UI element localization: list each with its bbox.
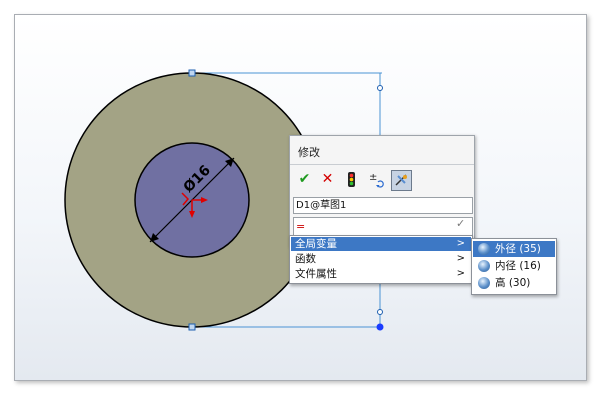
global-variables-submenu: 外径 (35) 内径 (16) 高 (30) [471, 238, 557, 295]
dialog-title: 修改 [298, 146, 320, 159]
globe-icon [478, 243, 490, 255]
globe-icon [478, 260, 490, 272]
modify-dialog: 修改 ✔ ✕ ± D1@草图1 = ✓ [289, 135, 475, 247]
submenu-item-inner-diameter[interactable]: 内径 (16) [473, 258, 555, 274]
submenu-item-outer-diameter[interactable]: 外径 (35) [473, 241, 555, 257]
dimension-handle-top [377, 85, 383, 91]
menu-item-functions[interactable]: 函数 > [291, 252, 471, 266]
menu-item-global-variables[interactable]: 全局变量 > [291, 237, 471, 251]
mark-dimension-icon[interactable] [391, 170, 412, 191]
dimension-name-field[interactable]: D1@草图1 [293, 197, 473, 214]
sketch-point-selected [376, 323, 384, 331]
chevron-right-icon: > [456, 238, 465, 249]
dimension-handle-bottom [377, 309, 383, 315]
ok-check-icon[interactable]: ✔ [295, 170, 314, 189]
dimension-value-input[interactable]: = [293, 217, 473, 236]
globe-icon [478, 277, 490, 289]
chevron-right-icon: > [456, 268, 465, 279]
submenu-item-height[interactable]: 高 (30) [473, 275, 555, 291]
value-check-icon[interactable]: ✓ [456, 217, 465, 230]
plus-minus-spin-icon[interactable]: ± [367, 170, 386, 189]
dialog-divider [290, 164, 474, 165]
quadrant-point-top [188, 69, 196, 77]
svg-text:±: ± [369, 172, 377, 183]
menu-item-file-properties[interactable]: 文件属性 > [291, 267, 471, 281]
cancel-icon[interactable]: ✕ [318, 170, 337, 189]
rebuild-traffic-light-icon[interactable] [342, 170, 361, 189]
graphics-viewport[interactable]: Ø16 修改 ✔ ✕ ± D1@草图1 = ✓ 全局变量 > 函数 > 文件属性… [14, 14, 587, 381]
chevron-right-icon: > [456, 253, 465, 264]
quadrant-point-bottom [188, 323, 196, 331]
equation-context-menu: 全局变量 > 函数 > 文件属性 > [289, 235, 473, 284]
